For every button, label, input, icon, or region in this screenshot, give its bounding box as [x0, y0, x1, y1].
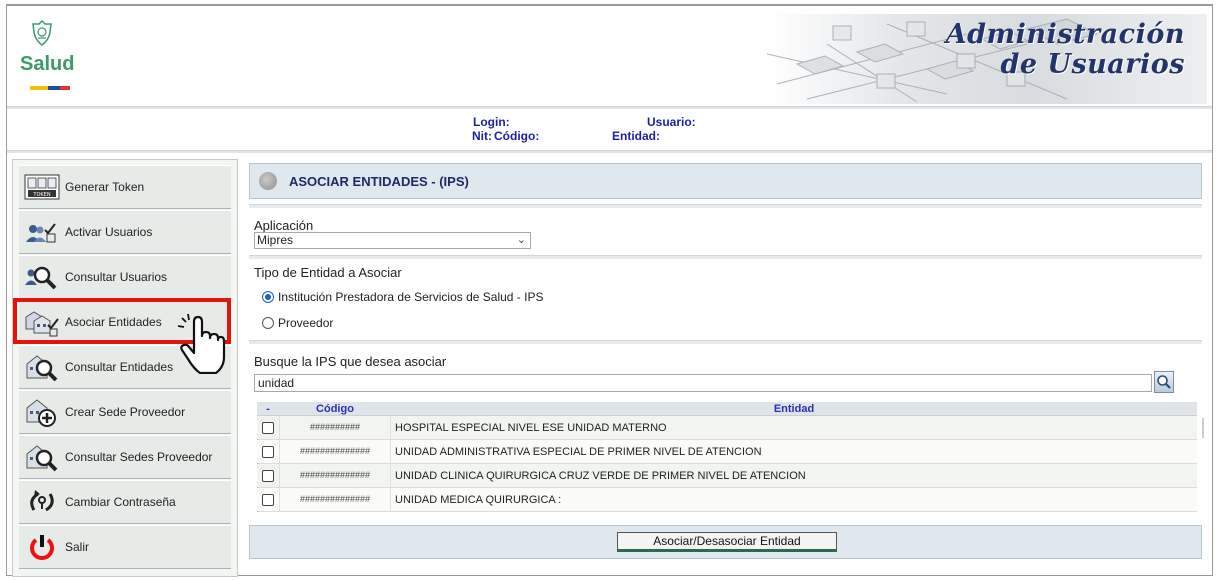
col-check-header: -: [266, 403, 270, 415]
row-checkbox[interactable]: [262, 469, 274, 482]
app-title-line2: de Usuarios: [1000, 49, 1185, 80]
sidebar-item-generar-token[interactable]: TOKEN Generar Token: [19, 165, 231, 209]
svg-text:TOKEN: TOKEN: [32, 192, 50, 198]
row-checkbox[interactable]: [262, 493, 274, 506]
sidebar-item-label: Consultar Entidades: [65, 360, 174, 374]
users-activate-icon: [23, 215, 61, 249]
search-input[interactable]: [254, 374, 1152, 392]
logo-text: Salud: [20, 53, 75, 75]
radio-ips-label: Institución Prestadora de Servicios de S…: [278, 290, 544, 304]
search-icon: [1157, 375, 1171, 389]
main-separator: [249, 255, 1202, 259]
codigo-label: Código:: [494, 129, 540, 143]
flag-stripe: [30, 86, 70, 90]
radio-ips[interactable]: Institución Prestadora de Servicios de S…: [262, 290, 543, 304]
results-table: - Código Entidad ########## HOSPITAL ESP…: [257, 402, 1197, 512]
main-separator: [249, 204, 1202, 208]
banner: Administración de Usuarios: [767, 14, 1207, 104]
row-checkbox[interactable]: [262, 421, 274, 434]
row-code: ##############: [279, 440, 391, 463]
sidebar-item-label: Consultar Usuarios: [65, 270, 168, 284]
usuario-label: Usuario:: [647, 115, 696, 129]
add-site-icon: [23, 395, 61, 429]
sites-search-icon: [23, 440, 61, 474]
radio-ips-control[interactable]: [262, 291, 274, 303]
panel-title: ASOCIAR ENTIDADES - (IPS): [289, 173, 469, 189]
sidebar-item-label: Salir: [65, 540, 90, 554]
row-entity: UNIDAD CLINICA QUIRURGICA CRUZ VERDE DE …: [395, 469, 806, 482]
sidebar-item-cambiar-contrasena[interactable]: Cambiar Contraseña: [19, 480, 231, 524]
row-code: ##############: [279, 488, 391, 511]
table-row: ############## UNIDAD MEDICA QUIRURGICA …: [257, 488, 1197, 512]
table-body: ########## HOSPITAL ESPECIAL NIVEL ESE U…: [257, 416, 1197, 512]
chevron-down-icon: ⌄: [516, 234, 526, 246]
table-row: ############## UNIDAD ADMINISTRATIVA ESP…: [257, 440, 1197, 464]
app-select[interactable]: Mipres ⌄: [254, 232, 531, 249]
entities-search-icon: [23, 350, 61, 384]
col-code-header: Código: [316, 403, 354, 415]
table-header: - Código Entidad: [257, 402, 1197, 416]
panel-header: ASOCIAR ENTIDADES - (IPS): [249, 163, 1202, 199]
search-button[interactable]: [1154, 371, 1174, 393]
pointer-hand-icon: [177, 313, 226, 374]
sidebar-item-crear-sede-proveedor[interactable]: Crear Sede Proveedor: [19, 390, 231, 434]
table-scroll-edge: [1202, 418, 1204, 438]
status-dot-icon: [259, 172, 277, 190]
app-title-line1: Administración: [945, 19, 1185, 50]
change-password-icon: [23, 485, 61, 519]
sidebar-item-activar-usuarios[interactable]: Activar Usuarios: [19, 210, 231, 254]
token-icon: TOKEN: [23, 170, 61, 204]
nit-label: Nit:: [472, 129, 492, 143]
crest-icon: [32, 19, 52, 46]
sidebar-item-label: Crear Sede Proveedor: [65, 405, 186, 419]
sidebar-item-label: Cambiar Contraseña: [65, 495, 176, 509]
radio-proveedor-label: Proveedor: [278, 316, 334, 330]
radio-proveedor-control[interactable]: [262, 317, 274, 329]
info-separator: [7, 150, 1212, 153]
sidebar-item-consultar-sedes-proveedor[interactable]: Consultar Sedes Proveedor: [19, 435, 231, 479]
login-label: Login:: [473, 115, 510, 129]
row-entity: HOSPITAL ESPECIAL NIVEL ESE UNIDAD MATER…: [395, 421, 667, 434]
table-row: ############## UNIDAD CLINICA QUIRURGICA…: [257, 464, 1197, 488]
ministry-logo: Salud: [18, 19, 88, 100]
users-search-icon: [23, 260, 61, 294]
row-entity: UNIDAD MEDICA QUIRURGICA :: [395, 493, 562, 506]
sidebar-item-salir[interactable]: Salir: [19, 525, 231, 569]
sidebar-item-label: Consultar Sedes Proveedor: [65, 450, 213, 464]
main-separator: [249, 340, 1202, 344]
app-label: Aplicación: [254, 218, 314, 233]
entity-type-label: Tipo de Entidad a Asociar: [254, 265, 402, 280]
row-code: ##############: [279, 464, 391, 487]
row-entity: UNIDAD ADMINISTRATIVA ESPECIAL DE PRIMER…: [395, 445, 762, 458]
user-info: Login: Usuario: Nit: Código: Entidad:: [7, 112, 1212, 150]
associate-button[interactable]: Asociar/Desasociar Entidad: [617, 532, 837, 552]
app-select-value: Mipres: [257, 233, 294, 247]
search-label: Busque la IPS que desea asociar: [254, 354, 447, 369]
col-entity-header: Entidad: [773, 403, 815, 415]
radio-proveedor[interactable]: Proveedor: [262, 316, 333, 330]
power-icon: [23, 530, 61, 564]
row-checkbox[interactable]: [262, 445, 274, 458]
entidad-label: Entidad:: [612, 129, 660, 143]
app-title: Administración de Usuarios: [946, 20, 1185, 80]
sidebar-item-label: Activar Usuarios: [65, 225, 153, 239]
table-row: ########## HOSPITAL ESPECIAL NIVEL ESE U…: [257, 416, 1197, 440]
header: Salud Administración de Usuarios: [6, 6, 1213, 106]
row-code: ##########: [279, 416, 391, 439]
sidebar-item-consultar-usuarios[interactable]: Consultar Usuarios: [19, 255, 231, 299]
header-separator: [7, 106, 1212, 109]
sidebar-item-label: Generar Token: [65, 180, 145, 194]
